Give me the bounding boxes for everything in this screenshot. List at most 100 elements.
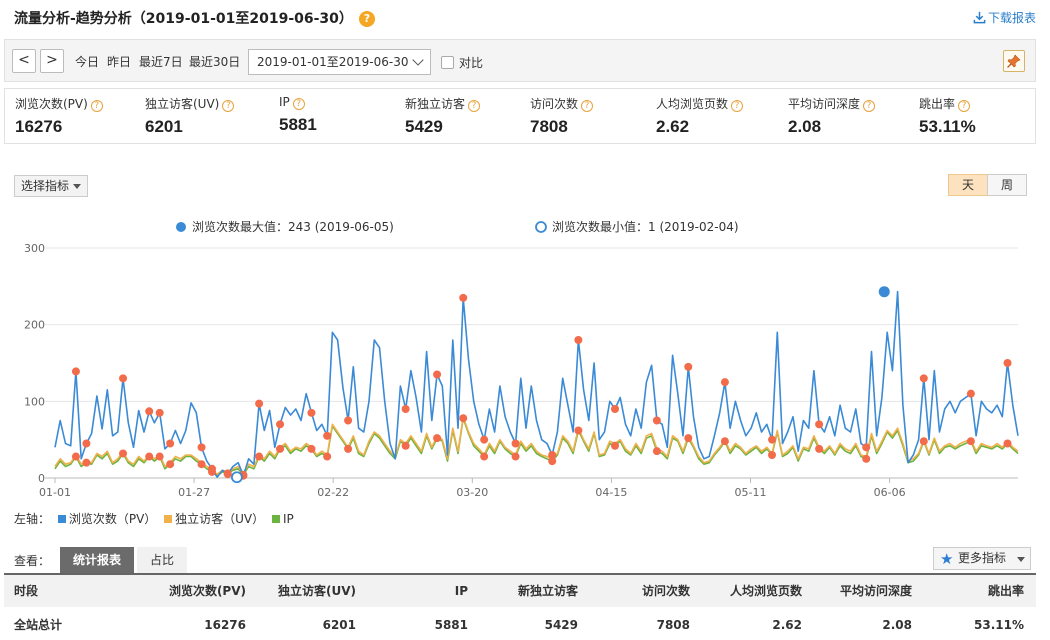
quick-today[interactable]: 今日 bbox=[75, 53, 99, 70]
y-axis: 300 200 100 0 bbox=[24, 242, 45, 485]
help-icon[interactable]: ? bbox=[292, 98, 305, 110]
quick-yesterday[interactable]: 昨日 bbox=[107, 53, 131, 70]
table-header-row: 时段 浏览次数(PV) 独立访客(UV) IP 新独立访客 访问次数 人均浏览页… bbox=[4, 575, 1036, 607]
tab-report[interactable]: 统计报表 bbox=[60, 547, 135, 573]
tab-ratio[interactable]: 占比 bbox=[137, 547, 188, 573]
marked-point bbox=[966, 437, 975, 446]
max-marker-icon bbox=[176, 222, 186, 232]
marked-point bbox=[223, 469, 232, 478]
metric-value: 6201 bbox=[145, 117, 183, 136]
marked-point bbox=[197, 443, 206, 452]
caret-down-icon bbox=[73, 184, 82, 189]
date-range-select[interactable]: 2019-01-01至2019-06-30 bbox=[248, 49, 431, 75]
marked-point bbox=[82, 458, 91, 467]
help-icon[interactable]: ? bbox=[863, 100, 876, 112]
marked-point bbox=[919, 374, 928, 383]
table-cell: 全站总计 bbox=[14, 618, 63, 632]
table-header-cell[interactable]: 独立访客(UV) bbox=[278, 575, 356, 607]
table-header-cell[interactable]: 浏览次数(PV) bbox=[169, 575, 246, 607]
prev-period-button[interactable]: < bbox=[12, 49, 36, 73]
page-title: 流量分析-趋势分析（2019-01-01至2019-06-30）? bbox=[14, 8, 375, 28]
marked-point bbox=[255, 399, 264, 408]
caret-down-icon bbox=[1017, 557, 1025, 562]
legend-label: 浏览次数（PV） bbox=[68, 512, 157, 526]
quick-last-30-days[interactable]: 最近30日 bbox=[189, 53, 240, 70]
download-report-link[interactable]: 下载报表 bbox=[973, 9, 1036, 26]
metric-value: 5881 bbox=[279, 115, 317, 134]
x-tick-label: 01-27 bbox=[178, 486, 210, 499]
period-week-button[interactable]: 周 bbox=[987, 174, 1027, 196]
marked-point bbox=[862, 443, 871, 452]
help-icon[interactable]: ? bbox=[358, 11, 375, 27]
marked-point bbox=[652, 416, 661, 425]
legend-label: 独立访客（UV） bbox=[175, 512, 265, 526]
marked-point bbox=[255, 452, 264, 461]
table-header-cell[interactable]: 新独立访客 bbox=[518, 575, 578, 607]
trend-chart: 浏览次数最大值：243 (2019-06-05) 浏览次数最小值：1 (2019… bbox=[24, 219, 1019, 499]
metric-pages-per-visitor: 人均浏览页数? 2.62 bbox=[656, 95, 744, 137]
quick-last-7-days[interactable]: 最近7日 bbox=[139, 53, 183, 70]
table-cell: 2.62 bbox=[772, 618, 802, 632]
checkbox-box[interactable] bbox=[441, 56, 454, 69]
marked-point bbox=[1003, 439, 1012, 448]
table-cell: 6201 bbox=[322, 618, 356, 632]
help-icon[interactable]: ? bbox=[581, 100, 594, 112]
marked-point bbox=[511, 452, 520, 461]
table-cell: 2.08 bbox=[882, 618, 912, 632]
more-metrics-button[interactable]: ★ 更多指标 bbox=[933, 547, 1031, 570]
help-icon[interactable]: ? bbox=[731, 100, 744, 112]
next-period-button[interactable]: > bbox=[40, 49, 64, 73]
marked-point bbox=[401, 441, 410, 450]
marked-point bbox=[1003, 359, 1012, 367]
period-day-button[interactable]: 天 bbox=[948, 174, 988, 196]
legend-pv[interactable]: 浏览次数（PV） bbox=[54, 512, 156, 526]
metric-bounce-rate: 跳出率? 53.11% bbox=[919, 95, 976, 137]
table-header-cell[interactable]: 平均访问深度 bbox=[840, 575, 912, 607]
metric-value: 2.08 bbox=[788, 117, 822, 136]
summary-metrics: 浏览次数(PV)? 16276 独立访客(UV)? 6201 IP? 5881 … bbox=[4, 88, 1036, 144]
table-header-cell[interactable]: 人均浏览页数 bbox=[730, 575, 802, 607]
table-cell: 53.11% bbox=[974, 618, 1024, 632]
chevron-down-icon bbox=[412, 54, 424, 66]
marked-point bbox=[815, 444, 824, 453]
legend-uv[interactable]: 独立访客（UV） bbox=[160, 512, 264, 526]
x-axis: 01-01 01-27 02-22 03-20 04-15 05-11 06-06 bbox=[39, 478, 906, 499]
table-header-cell[interactable]: 跳出率 bbox=[988, 575, 1024, 607]
help-icon[interactable]: ? bbox=[468, 100, 481, 112]
help-icon[interactable]: ? bbox=[90, 100, 103, 112]
marked-point bbox=[768, 435, 777, 444]
marked-point bbox=[720, 378, 729, 387]
pin-button[interactable] bbox=[1003, 50, 1025, 72]
x-tick-label: 02-22 bbox=[317, 486, 349, 499]
page-title-text: 流量分析-趋势分析（2019-01-01至2019-06-30） bbox=[14, 11, 353, 27]
marked-point bbox=[145, 407, 154, 416]
table-cell: 16276 bbox=[204, 618, 246, 632]
table-header-cell[interactable]: 时段 bbox=[14, 575, 38, 607]
table-header-cell[interactable]: 访问次数 bbox=[642, 575, 690, 607]
marked-point bbox=[574, 426, 583, 435]
marked-point bbox=[459, 414, 468, 423]
download-label: 下载报表 bbox=[987, 11, 1036, 25]
marked-point bbox=[208, 467, 217, 476]
table-header-cell[interactable]: IP bbox=[455, 575, 468, 607]
help-icon[interactable]: ? bbox=[958, 100, 971, 112]
marked-point bbox=[119, 374, 128, 383]
max-point bbox=[878, 286, 890, 298]
legend-ip[interactable]: IP bbox=[268, 512, 294, 526]
compare-checkbox[interactable]: 对比 bbox=[441, 54, 483, 71]
marked-point bbox=[276, 420, 285, 429]
metric-label: 新独立访客 bbox=[405, 97, 466, 111]
metric-value: 2.62 bbox=[656, 117, 690, 136]
marked-point bbox=[276, 444, 285, 453]
help-icon[interactable]: ? bbox=[222, 100, 235, 112]
axis-legend-prefix: 左轴： bbox=[14, 512, 51, 526]
marked-point bbox=[323, 452, 332, 461]
metric-label: 跳出率 bbox=[919, 97, 956, 111]
x-tick-label: 04-15 bbox=[595, 486, 627, 499]
marked-point bbox=[611, 405, 620, 413]
marked-point bbox=[307, 444, 316, 453]
select-metric-dropdown[interactable]: 选择指标 bbox=[14, 175, 89, 197]
marked-point bbox=[548, 457, 557, 466]
marked-point bbox=[145, 452, 154, 461]
marked-point bbox=[862, 454, 871, 463]
